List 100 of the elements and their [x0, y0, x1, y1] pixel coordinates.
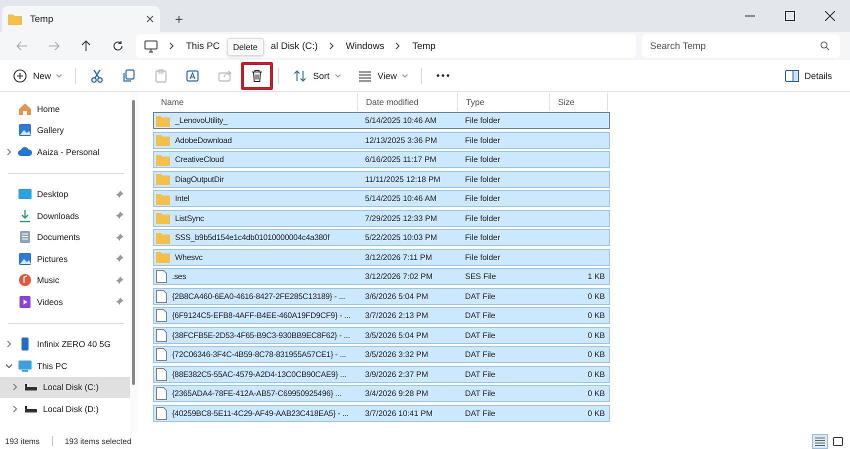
sidebar-item[interactable]: Downloads [0, 205, 130, 226]
file-row[interactable]: {88E382C5-55AC-4579-A2D4-13C0CB90CAE9} ... 3/9/2026 2:37 PM DAT File 0 KB [153, 366, 610, 382]
pin-icon[interactable] [115, 190, 124, 199]
file-row[interactable]: {40259BC8-5E11-4C29-AF49-AAB23C418EA5} - ... 3/7/2026 10:41 PM DAT File 0 KB [153, 404, 610, 422]
type-cell-text: File folder [464, 232, 502, 244]
type-cell-text: File folder [464, 134, 502, 146]
column-header[interactable]: Size [550, 93, 608, 111]
search-field[interactable]: Search Temp [642, 34, 840, 58]
chevron-down-icon[interactable] [5, 362, 13, 370]
size-cell-text: 0 KB [586, 349, 606, 361]
close-icon[interactable] [825, 11, 835, 21]
file-row[interactable]: {2B8CA460-6EA0-4616-8427-2FE285C13189} - ... 3/6/2026 5:04 PM DAT File 0 KB [153, 288, 610, 304]
folder-icon [156, 251, 170, 263]
breadcrumb-item[interactable]: al Disk (C:) [270, 40, 318, 52]
name-cell: {38FCFB5E-2D53-4F65-B9C3-930BB9EC8F62} - ... [154, 328, 359, 342]
file-row[interactable]: CreativeCloud 6/16/2025 11:17 PM File folder [153, 151, 610, 168]
type-cell-text: SES File [464, 271, 498, 283]
maximize-icon[interactable] [785, 11, 795, 21]
sidebar-item[interactable]: Local Disk (C:) [0, 376, 130, 398]
breadcrumb-item[interactable]: Windows [346, 40, 384, 52]
date-cell-text: 5/14/2025 10:46 AM [364, 193, 438, 205]
date-cell-text: 3/6/2026 5:04 PM [364, 290, 430, 302]
file-row[interactable]: {72C06346-3F4C-4B59-8C78-831955A57CE1} - ... 3/5/2026 3:32 PM DAT File 0 KB [153, 346, 610, 363]
column-header[interactable]: Type [458, 93, 550, 111]
list-icon [815, 436, 825, 446]
name-cell: _LenovoUtility_ [154, 113, 359, 128]
close-icon[interactable] [146, 15, 154, 23]
breadcrumb-item[interactable]: Temp [412, 40, 436, 52]
file-row[interactable]: AdobeDownload 12/13/2025 3:36 PM File folder [153, 132, 610, 148]
date-cell-text: 12/13/2025 3:36 PM [364, 134, 438, 146]
type-cell-text: DAT File [464, 290, 496, 302]
pin-icon[interactable] [115, 254, 124, 264]
sort-button[interactable]: Sort [284, 62, 349, 90]
file-icon [156, 270, 167, 283]
file-row[interactable]: {6F9124C5-EFB8-4AFF-B4EE-460A19FD9CF9} - ... 3/7/2026 2:13 PM DAT File 0 KB [153, 307, 610, 324]
file-row[interactable]: .ses 3/12/2026 7:02 PM SES File 1 KB [153, 268, 610, 285]
details-view-button[interactable] [812, 434, 828, 448]
column-header[interactable]: Date modified [358, 93, 458, 111]
refresh-icon[interactable] [112, 40, 124, 52]
sidebar-item[interactable]: Infinix ZERO 40 5G [0, 334, 130, 355]
sidebar-item[interactable]: Aaiza - Personal [0, 141, 130, 162]
file-row[interactable]: ListSync 7/29/2025 12:33 PM File folder [153, 210, 610, 226]
pin-icon[interactable] [115, 297, 124, 306]
scissors-icon [89, 68, 106, 84]
date-cell-text: 5/14/2025 10:46 AM [364, 115, 438, 127]
file-row[interactable]: Intel 5/14/2025 10:46 AM File folder [153, 190, 610, 207]
sidebar-item[interactable]: This PC [0, 355, 130, 376]
house-icon [18, 102, 32, 116]
sidebar-item[interactable]: Videos [0, 291, 130, 312]
size-cell-text: 0 KB [586, 290, 606, 302]
pin-icon[interactable] [115, 276, 124, 285]
file-row[interactable]: DiagOutputDir 11/11/2025 12:18 PM File folder [153, 170, 610, 188]
file-row[interactable]: {2365ADA4-78FE-412A-AB57-C69950925496} ... 3/4/2026 9:28 PM DAT File 0 KB [153, 385, 610, 402]
sidebar-item[interactable]: Documents [0, 226, 130, 248]
sidebar-item[interactable]: Gallery [0, 120, 130, 141]
sidebar-item[interactable]: Local Disk (D:) [0, 398, 130, 420]
caret-icon [334, 74, 341, 78]
details-button[interactable]: Details [777, 62, 840, 90]
pin-icon[interactable] [115, 211, 124, 220]
column-header[interactable]: Name [153, 93, 358, 111]
name-cell: SSS_b9b5d154e1c4db01010000004c4a380f [154, 230, 359, 245]
name-cell: ListSync [154, 210, 359, 226]
more-icon [436, 74, 450, 77]
sidebar-item[interactable]: Home [0, 98, 130, 120]
file-row[interactable]: Whesvc 3/12/2026 7:11 PM File folder [153, 248, 610, 266]
sidebar-item[interactable]: Pictures [0, 248, 130, 270]
file-row[interactable]: _LenovoUtility_ 5/14/2025 10:46 AM File folder [153, 112, 610, 129]
file-row[interactable]: {38FCFB5E-2D53-4F65-B9C3-930BB9EC8F62} - ... 3/5/2026 5:04 PM DAT File 0 KB [153, 326, 610, 344]
up-arrow-icon[interactable] [80, 40, 92, 52]
breadcrumb-item[interactable]: This PC [186, 40, 220, 52]
pictures-icon [18, 252, 32, 266]
delete-button[interactable] [241, 62, 274, 90]
monitor-icon [18, 358, 32, 373]
scrollbar[interactable] [130, 92, 138, 433]
file-icon [156, 328, 167, 342]
music-icon [18, 273, 32, 288]
date-cell-text: 3/7/2026 10:41 PM [364, 408, 434, 420]
date-cell-text: 11/11/2025 12:18 PM [364, 174, 442, 186]
file-row[interactable]: SSS_b9b5d154e1c4db01010000004c4a380f 5/22/2025 10:03 PM File folder [153, 229, 610, 246]
chevron-right-icon[interactable] [5, 148, 13, 156]
chevron-right-icon[interactable] [328, 42, 335, 50]
plus-circle-icon [12, 68, 28, 84]
chevron-right-icon[interactable] [169, 42, 175, 50]
view-button[interactable]: View [348, 62, 416, 90]
pin-icon[interactable] [115, 232, 124, 242]
size-cell-text: 0 KB [586, 408, 606, 420]
folder-icon [156, 232, 170, 244]
name-cell: {2365ADA4-78FE-412A-AB57-C69950925496} ... [154, 386, 359, 401]
chevron-right-icon[interactable] [5, 340, 13, 348]
new-button[interactable]: New [4, 62, 70, 90]
type-cell-text: File folder [464, 115, 502, 127]
sidebar-item[interactable]: Desktop [0, 184, 130, 205]
type-cell-text: File folder [464, 252, 502, 264]
new-tab-button[interactable]: + [166, 6, 192, 32]
chevron-right-icon[interactable] [395, 42, 402, 50]
window-tab[interactable]: Temp [2, 6, 160, 32]
chevron-right-icon[interactable] [11, 404, 19, 413]
date-cell-text: 3/5/2026 3:32 PM [364, 349, 430, 361]
sidebar-item[interactable]: Music [0, 270, 130, 291]
name-cell: Whesvc [154, 250, 359, 264]
